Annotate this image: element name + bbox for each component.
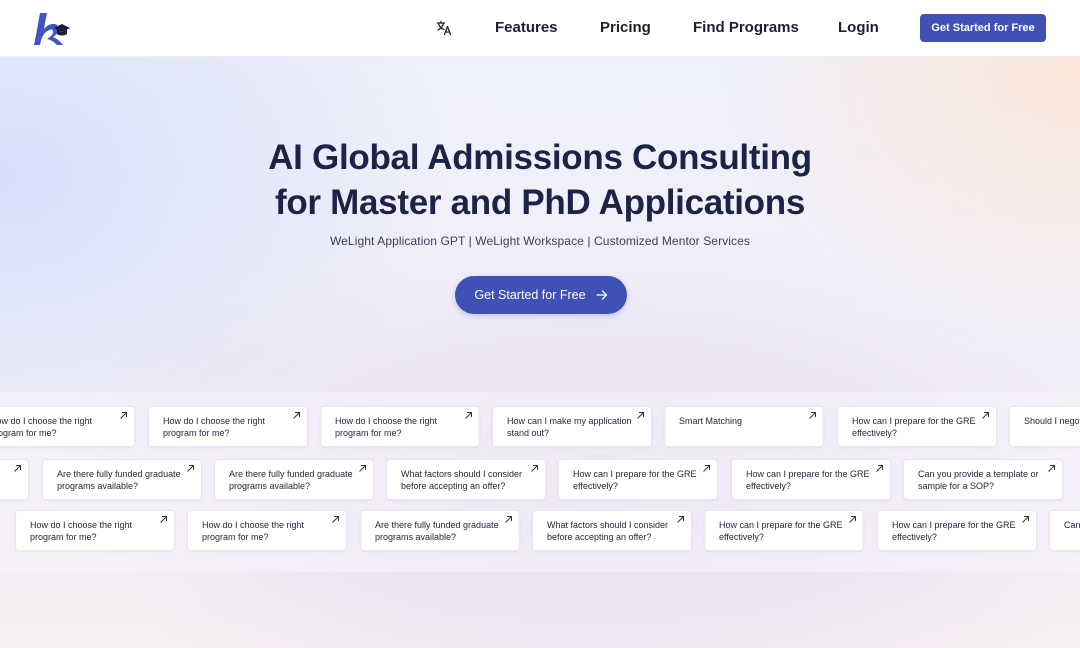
question-card[interactable]: How do I choose the right program for me… [187, 510, 347, 551]
arrow-up-right-icon [1022, 516, 1029, 523]
question-card-smart-matching[interactable]: Smart Matching [664, 406, 824, 447]
hero-get-started-button[interactable]: Get Started for Free [455, 276, 627, 314]
question-row-1: How do I choose the right program for me… [0, 406, 1080, 447]
arrow-up-right-icon [120, 412, 127, 419]
question-card[interactable]: How do I choose the right program for me… [148, 406, 308, 447]
question-card[interactable] [0, 459, 29, 500]
question-card[interactable]: Are there fully funded graduate programs… [360, 510, 520, 551]
question-text: How do I choose the right program for me… [163, 416, 266, 438]
question-card[interactable]: Can you provide a template or sample for… [1049, 510, 1080, 551]
arrow-up-right-icon [293, 412, 300, 419]
question-card[interactable]: How do I choose the right program for me… [0, 406, 135, 447]
arrow-up-right-icon [359, 465, 366, 472]
question-text: How do I choose the right program for me… [202, 520, 305, 542]
question-card[interactable]: Are there fully funded graduate programs… [42, 459, 202, 500]
question-text: How can I prepare for the GRE effectivel… [573, 469, 697, 491]
question-card[interactable]: How can I make my application stand out? [492, 406, 652, 447]
question-text: Should I negotiate offers or stipends? [1024, 416, 1080, 426]
top-navigation: Features Pricing Find Programs Login Get… [0, 0, 1080, 57]
nav-link-features[interactable]: Features [495, 18, 558, 38]
question-card[interactable]: What factors should I consider before ac… [532, 510, 692, 551]
arrow-up-right-icon [703, 465, 710, 472]
welight-logo-icon[interactable] [30, 10, 70, 48]
question-card[interactable]: Can you provide a template or sample for… [903, 459, 1063, 500]
hero-title: AI Global Admissions Consulting for Mast… [0, 135, 1080, 225]
question-text: Can you provide a template or sample for… [918, 469, 1039, 491]
arrow-up-right-icon [187, 465, 194, 472]
question-text: Can you provide a template or sample for… [1064, 520, 1080, 530]
question-card[interactable]: How can I prepare for the GRE effectivel… [731, 459, 891, 500]
question-suggestions: How do I choose the right program for me… [0, 392, 1080, 572]
arrow-right-icon [595, 290, 607, 300]
arrow-up-right-icon [531, 465, 538, 472]
question-text: Are there fully funded graduate programs… [229, 469, 353, 491]
question-text: How can I prepare for the GRE effectivel… [892, 520, 1016, 542]
arrow-up-right-icon [637, 412, 644, 419]
arrow-up-right-icon [332, 516, 339, 523]
question-text: Are there fully funded graduate programs… [57, 469, 181, 491]
question-text: How do I choose the right program for me… [335, 416, 438, 438]
arrow-up-right-icon [1048, 465, 1055, 472]
question-text: How do I choose the right program for me… [30, 520, 133, 542]
question-text: How can I prepare for the GRE effectivel… [719, 520, 843, 542]
hero-subtitle: WeLight Application GPT | WeLight Worksp… [329, 234, 751, 248]
nav-link-find-programs[interactable]: Find Programs [693, 18, 799, 38]
language-switch-button[interactable] [434, 18, 454, 38]
arrow-up-right-icon [160, 516, 167, 523]
arrow-up-right-icon [982, 412, 989, 419]
question-card[interactable]: How can I prepare for the GRE effectivel… [558, 459, 718, 500]
arrow-up-right-icon [876, 465, 883, 472]
nav-get-started-button[interactable]: Get Started for Free [920, 14, 1046, 42]
nav-link-login[interactable]: Login [838, 18, 879, 38]
translate-icon [436, 20, 452, 36]
arrow-up-right-icon [849, 516, 856, 523]
question-text: What factors should I consider before ac… [547, 520, 669, 542]
question-text: How do I choose the right program for me… [0, 416, 93, 438]
hero-section: AI Global Admissions Consulting for Mast… [0, 57, 1080, 648]
hero-title-line-2: for Master and PhD Applications [274, 183, 806, 222]
arrow-up-right-icon [677, 516, 684, 523]
question-text: Are there fully funded graduate programs… [375, 520, 499, 542]
question-card[interactable]: How do I choose the right program for me… [15, 510, 175, 551]
arrow-up-right-icon [465, 412, 472, 419]
hero-title-line-1: AI Global Admissions Consulting [268, 138, 812, 177]
question-card[interactable]: What factors should I consider before ac… [386, 459, 546, 500]
arrow-up-right-icon [14, 465, 21, 472]
hero-cta-label: Get Started for Free [474, 288, 586, 302]
question-card[interactable]: How can I prepare for the GRE effectivel… [837, 406, 997, 447]
question-card[interactable]: How do I choose the right program for me… [320, 406, 480, 447]
question-card[interactable]: How can I prepare for the GRE effectivel… [704, 510, 864, 551]
question-card[interactable]: Should I negotiate offers or stipends? [1009, 406, 1080, 447]
question-row-3: How do I choose the right program for me… [0, 510, 1080, 551]
question-text: How can I prepare for the GRE effectivel… [746, 469, 870, 491]
arrow-up-right-icon [809, 412, 816, 419]
question-text: What factors should I consider before ac… [401, 469, 523, 491]
question-text: Smart Matching [679, 416, 743, 426]
question-card[interactable]: How can I prepare for the GRE effectivel… [877, 510, 1037, 551]
arrow-up-right-icon [505, 516, 512, 523]
question-card[interactable]: Are there fully funded graduate programs… [214, 459, 374, 500]
question-text: How can I make my application stand out? [507, 416, 632, 438]
question-text: How can I prepare for the GRE effectivel… [852, 416, 976, 438]
nav-link-pricing[interactable]: Pricing [600, 18, 651, 38]
question-row-2: Are there fully funded graduate programs… [0, 459, 1080, 500]
